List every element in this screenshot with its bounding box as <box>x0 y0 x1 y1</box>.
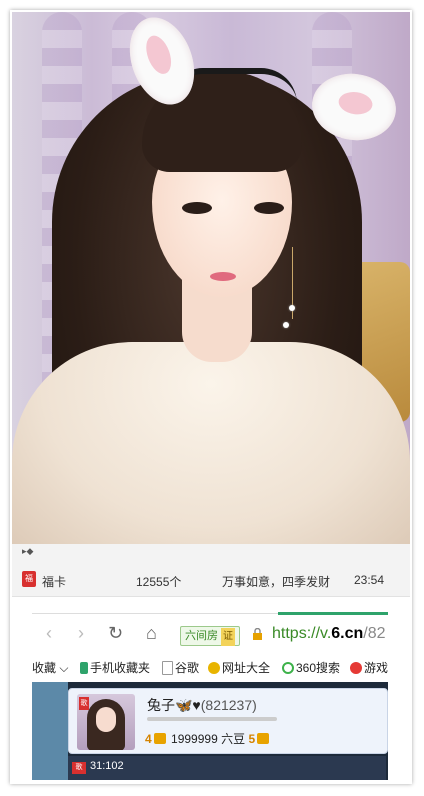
browser-window: ‹ › ↻ ⌂ 六间房证 https://v.6.cn/82 收藏 ⌵ 手机收藏… <box>32 612 388 780</box>
bookmark-label: 手机收藏夹 <box>90 661 151 675</box>
avatar[interactable]: 歌 <box>77 694 135 750</box>
earring-pearl <box>289 305 295 311</box>
profile-photo <box>12 12 410 544</box>
file-icon <box>162 660 173 675</box>
game-icon <box>350 661 362 674</box>
page-content: 歌 兔子🦋♥(821237) 4 1999999 六豆 5 歌 31:102 <box>32 682 388 780</box>
back-icon[interactable]: ‹ <box>46 622 52 644</box>
name-decoration: 🦋♥ <box>175 697 201 713</box>
home-icon[interactable]: ⌂ <box>146 622 157 644</box>
exp-bar <box>147 717 277 721</box>
left-eye <box>182 202 212 214</box>
nav-bar: ‹ › ↻ ⌂ 六间房证 https://v.6.cn/82 <box>32 616 388 650</box>
chat-time: 23:54 <box>354 573 385 587</box>
anchor-card[interactable]: 歌 兔子🦋♥(821237) 4 1999999 六豆 5 <box>68 688 388 754</box>
bookmark-favorites[interactable]: 收藏 ⌵ <box>32 659 68 676</box>
bookmark-label: 360搜索 <box>296 661 341 675</box>
url-domain: 6.cn <box>331 625 364 642</box>
refresh-icon[interactable]: ↻ <box>108 622 123 644</box>
wealth-level: 4 <box>145 732 152 746</box>
lips <box>210 272 236 281</box>
url-scheme: https://v. <box>272 625 332 642</box>
address-bar[interactable]: https://v.6.cn/82 <box>272 625 386 643</box>
avatar-badge: 歌 <box>79 697 89 710</box>
site-tag[interactable]: 六间房证 <box>180 626 240 646</box>
forward-icon[interactable]: › <box>78 622 84 644</box>
bookmark-games[interactable]: 游戏 <box>350 659 388 676</box>
chat-message: 万事如意，四季发财 <box>222 575 331 589</box>
right-eye <box>254 202 284 214</box>
bookmarks-bar: 收藏 ⌵ 手机收藏夹 谷歌 网址大全 360搜索 游戏 <box>32 654 388 680</box>
row-text: 31:102 <box>90 760 124 772</box>
bookmark-label: 收藏 ⌵ <box>32 661 69 675</box>
crown-icon <box>257 733 270 744</box>
anchor-name: 兔子 <box>147 697 175 713</box>
plus-circle-icon <box>208 661 220 674</box>
chat-name: 福卡 <box>42 575 67 589</box>
star-level: 5 <box>248 732 256 746</box>
lock-icon <box>253 628 262 640</box>
dress <box>12 342 410 544</box>
phone-icon <box>80 661 88 674</box>
bookmark-hao123[interactable]: 网址大全 <box>208 659 270 676</box>
chat-fragment: ▸◆ <box>22 546 34 556</box>
fuka-icon: 福 <box>22 571 36 587</box>
chat-row: 歌 31:102 <box>68 756 386 780</box>
bookmark-label: 谷歌 <box>175 661 200 675</box>
verified-badge: 证 <box>221 628 235 646</box>
site-tag-label: 六间房 <box>185 630 218 642</box>
page-side-strip <box>32 682 68 780</box>
360-icon <box>282 661 294 674</box>
anchor-stats: 4 1999999 六豆 5 <box>145 730 271 747</box>
row-badge: 歌 <box>72 762 86 774</box>
beans-count: 1999999 六豆 <box>171 732 246 746</box>
url-path: /82 <box>363 625 386 642</box>
bookmark-360[interactable]: 360搜索 <box>282 659 340 676</box>
crown-icon <box>153 733 166 744</box>
earring-pearl <box>283 322 289 328</box>
anchor-id: (821237) <box>200 697 257 713</box>
bookmark-label: 网址大全 <box>222 661 271 675</box>
page-load-progress <box>278 612 388 615</box>
bookmark-label: 游戏 <box>364 661 388 675</box>
load-track <box>32 613 278 614</box>
bookmark-google[interactable]: 谷歌 <box>162 659 199 676</box>
bookmark-mobile[interactable]: 手机收藏夹 <box>80 659 150 676</box>
chat-count: 12555个 <box>136 575 182 589</box>
anchor-name-line: 兔子🦋♥(821237) <box>147 695 257 715</box>
chat-strip: ▸◆ 福 福卡 12555个 万事如意，四季发财 23:54 <box>12 544 410 597</box>
